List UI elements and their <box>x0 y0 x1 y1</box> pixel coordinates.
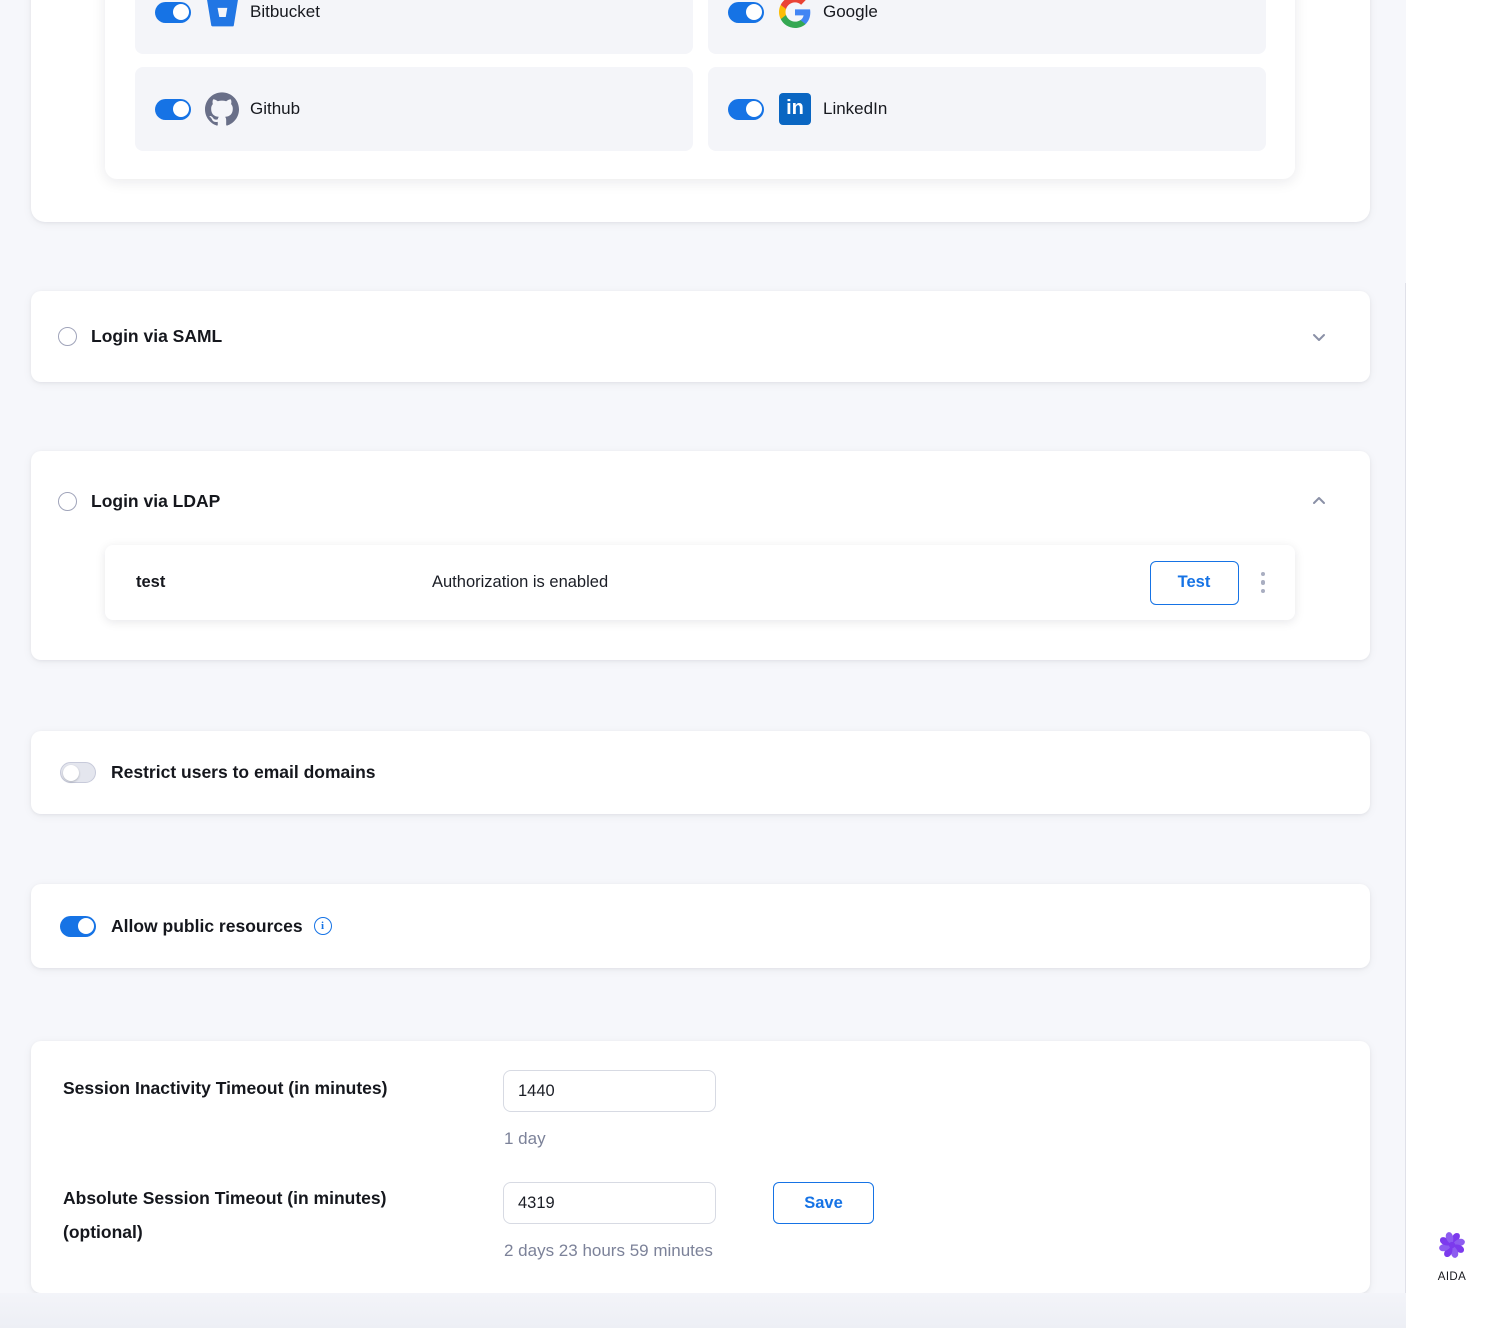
public-resources-label: Allow public resources <box>111 916 303 937</box>
chevron-up-icon[interactable] <box>1310 492 1328 510</box>
providers-grid: Bitbucket Google <box>135 0 1266 151</box>
provider-row-github: Github <box>135 67 693 151</box>
toggle-knob <box>63 765 79 781</box>
absolute-timeout-label-text: Absolute Session Timeout (in minutes) <box>63 1188 386 1208</box>
ldap-entry-name: test <box>136 573 432 592</box>
linkedin-icon: in <box>778 92 812 126</box>
bitbucket-toggle[interactable] <box>155 2 191 23</box>
kebab-dot <box>1261 580 1266 585</box>
aida-label: AIDA <box>1406 1271 1498 1283</box>
ldap-entry-row: test Authorization is enabled Test <box>105 545 1295 620</box>
toggle-knob <box>746 101 762 117</box>
linkedin-toggle[interactable] <box>728 99 764 120</box>
github-icon <box>205 92 239 126</box>
ldap-radio[interactable] <box>58 492 77 511</box>
kebab-dot <box>1261 572 1266 577</box>
inactivity-timeout-input[interactable] <box>503 1070 716 1112</box>
info-icon[interactable]: i <box>314 917 332 935</box>
session-timeout-card: Session Inactivity Timeout (in minutes) … <box>31 1041 1370 1293</box>
provider-label: Google <box>823 2 878 22</box>
github-toggle[interactable] <box>155 99 191 120</box>
chevron-down-icon[interactable] <box>1310 328 1328 346</box>
save-button[interactable]: Save <box>773 1182 874 1224</box>
saml-header[interactable]: Login via SAML <box>31 291 1370 382</box>
toggle-knob <box>78 918 94 934</box>
linkedin-glyph: in <box>779 93 811 125</box>
provider-label: Github <box>250 99 300 119</box>
saml-radio[interactable] <box>58 327 77 346</box>
toggle-knob <box>173 101 189 117</box>
provider-row-google: Google <box>708 0 1266 54</box>
toggle-knob <box>173 4 189 20</box>
inactivity-timeout-helper: 1 day <box>504 1129 546 1149</box>
aida-flower-icon <box>1434 1227 1470 1263</box>
ldap-label: Login via LDAP <box>91 491 220 512</box>
public-resources-card: Allow public resources i <box>31 884 1370 968</box>
google-toggle[interactable] <box>728 2 764 23</box>
toggle-knob <box>746 4 762 20</box>
ldap-header[interactable]: Login via LDAP <box>31 451 1370 551</box>
test-button[interactable]: Test <box>1150 561 1239 605</box>
page-bottom-strip <box>0 1293 1406 1328</box>
provider-row-linkedin: in LinkedIn <box>708 67 1266 151</box>
public-resources-toggle[interactable] <box>60 916 96 937</box>
restrict-domains-toggle[interactable] <box>60 762 96 783</box>
restrict-domains-label: Restrict users to email domains <box>111 762 376 783</box>
auth-settings-page: Bitbucket Google <box>0 0 1498 1328</box>
absolute-timeout-optional-text: (optional) <box>63 1222 143 1242</box>
absolute-timeout-label: Absolute Session Timeout (in minutes) (o… <box>63 1181 483 1249</box>
kebab-menu-icon[interactable] <box>1257 568 1270 598</box>
ldap-section-card: Login via LDAP test Authorization is ena… <box>31 451 1370 660</box>
aida-widget[interactable]: AIDA <box>1406 1227 1498 1283</box>
absolute-timeout-helper: 2 days 23 hours 59 minutes <box>504 1241 713 1261</box>
provider-label: Bitbucket <box>250 2 320 22</box>
google-icon <box>778 0 812 29</box>
kebab-dot <box>1261 589 1266 594</box>
absolute-timeout-input[interactable] <box>503 1182 716 1224</box>
saml-section-card: Login via SAML <box>31 291 1370 382</box>
provider-row-bitbucket: Bitbucket <box>135 0 693 54</box>
providers-panel: Bitbucket Google <box>105 0 1295 179</box>
provider-label: LinkedIn <box>823 99 887 119</box>
inactivity-timeout-label: Session Inactivity Timeout (in minutes) <box>63 1071 387 1105</box>
saml-label: Login via SAML <box>91 326 222 347</box>
ldap-entry-status: Authorization is enabled <box>432 573 608 592</box>
restrict-domains-card: Restrict users to email domains <box>31 731 1370 814</box>
panel-divider <box>1405 283 1406 1328</box>
social-login-card: Bitbucket Google <box>31 0 1370 222</box>
right-panel <box>1406 0 1498 1328</box>
bitbucket-icon <box>205 0 239 29</box>
